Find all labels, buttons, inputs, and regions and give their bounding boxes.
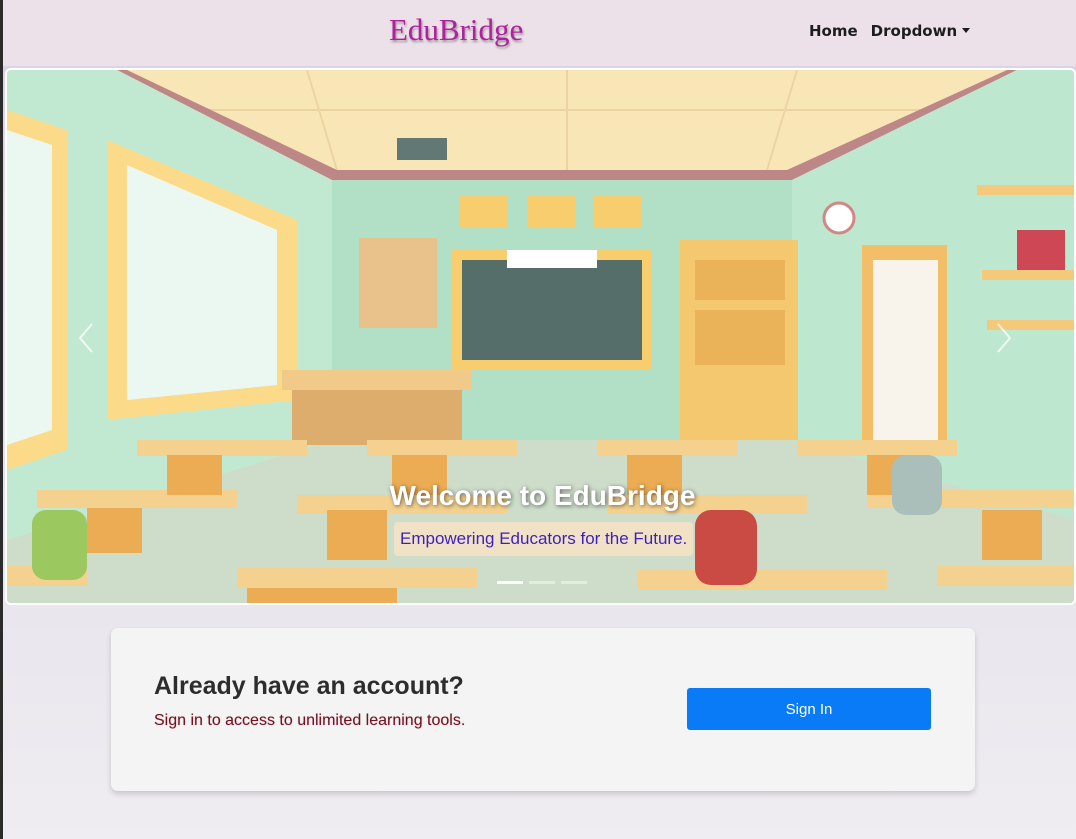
nav-dropdown-toggle[interactable]: Dropdown bbox=[870, 22, 971, 40]
nav-links: Home Dropdown bbox=[809, 22, 971, 40]
carousel-indicator-1[interactable] bbox=[497, 581, 523, 584]
chevron-right-icon bbox=[997, 323, 1012, 353]
carousel-next-button[interactable] bbox=[988, 320, 1018, 356]
sign-in-button[interactable]: Sign In bbox=[687, 688, 931, 730]
carousel-indicator-3[interactable] bbox=[561, 581, 587, 584]
brand-logo-text[interactable]: EduBridge bbox=[389, 12, 523, 48]
nav-home-label: Home bbox=[809, 22, 858, 40]
nav-home-link[interactable]: Home bbox=[809, 22, 858, 40]
signin-card-text: Sign in to access to unlimited learning … bbox=[154, 712, 466, 729]
chevron-left-icon bbox=[78, 323, 93, 353]
carousel-indicator-2[interactable] bbox=[529, 581, 555, 584]
signin-card-title: Already have an account? bbox=[154, 672, 464, 700]
carousel-indicators bbox=[497, 581, 587, 584]
carousel-caption-subtitle: Empowering Educators for the Future. bbox=[394, 522, 694, 556]
carousel-prev-button[interactable] bbox=[72, 320, 102, 356]
window-edge bbox=[0, 0, 3, 839]
hero-carousel: Welcome to EduBridge Empowering Educator… bbox=[5, 68, 1076, 605]
carousel-caption-title: Welcome to EduBridge bbox=[389, 480, 696, 511]
signin-card: Already have an account? Sign in to acce… bbox=[111, 628, 975, 791]
navbar: EduBridge Home Dropdown bbox=[3, 0, 1076, 66]
caret-down-icon bbox=[962, 27, 971, 33]
nav-dropdown-label: Dropdown bbox=[870, 22, 958, 40]
